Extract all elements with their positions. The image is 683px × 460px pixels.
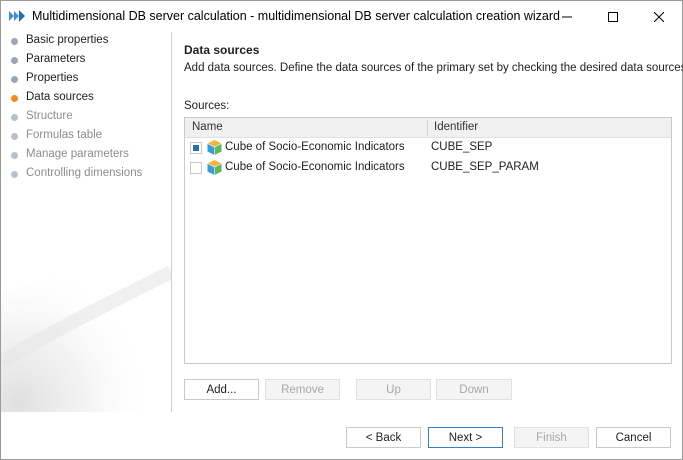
- move-down-button[interactable]: Down: [436, 379, 512, 400]
- step-indicator-icon: [11, 152, 18, 159]
- step-indicator-icon: [11, 57, 18, 64]
- table-row[interactable]: Cube of Socio-Economic Indicators CUBE_S…: [185, 138, 671, 158]
- step-indicator-icon: [11, 38, 18, 45]
- cube-icon: [207, 160, 222, 175]
- maximize-button[interactable]: [590, 1, 636, 32]
- sources-label: Sources:: [184, 100, 230, 112]
- cube-icon: [207, 140, 222, 155]
- step-indicator-icon: [11, 95, 18, 102]
- step-controlling-dimensions: Controlling dimensions: [1, 165, 171, 184]
- step-label: Parameters: [26, 53, 86, 65]
- cell-identifier: CUBE_SEP_PARAM: [431, 161, 539, 173]
- step-parameters[interactable]: Parameters: [1, 51, 171, 70]
- back-button[interactable]: < Back: [346, 427, 421, 448]
- remove-source-button[interactable]: Remove: [265, 379, 340, 400]
- next-button[interactable]: Next >: [428, 427, 503, 448]
- move-up-button[interactable]: Up: [356, 379, 431, 400]
- window-title: Multidimensional DB server calculation -…: [32, 9, 560, 23]
- wizard-window: Multidimensional DB server calculation -…: [0, 0, 683, 460]
- step-formulas-table: Formulas table: [1, 127, 171, 146]
- sources-grid[interactable]: Name Identifier Cube of Socio-Economic I…: [184, 117, 672, 364]
- column-divider[interactable]: [427, 120, 428, 136]
- step-indicator-icon: [11, 133, 18, 140]
- title-bar: Multidimensional DB server calculation -…: [1, 1, 682, 32]
- step-indicator-icon: [11, 76, 18, 83]
- grid-header: Name Identifier: [185, 118, 671, 138]
- step-label: Formulas table: [26, 129, 103, 141]
- minimize-button[interactable]: [544, 1, 590, 32]
- wizard-arrows-icon: [9, 10, 25, 22]
- step-label: Basic properties: [26, 34, 109, 46]
- maximize-icon: [608, 11, 618, 22]
- column-header-identifier[interactable]: Identifier: [434, 121, 478, 133]
- step-label: Structure: [26, 110, 73, 122]
- finish-button[interactable]: Finish: [514, 427, 589, 448]
- wizard-steps-sidebar: Basic properties Parameters Properties D…: [1, 32, 171, 412]
- cell-identifier: CUBE_SEP: [431, 141, 493, 153]
- step-label: Data sources: [26, 91, 94, 103]
- close-button[interactable]: [636, 1, 682, 32]
- close-icon: [654, 11, 664, 22]
- cancel-button[interactable]: Cancel: [596, 427, 671, 448]
- column-header-name[interactable]: Name: [192, 121, 223, 133]
- step-data-sources[interactable]: Data sources: [1, 89, 171, 108]
- table-row[interactable]: Cube of Socio-Economic Indicators CUBE_S…: [185, 158, 671, 178]
- add-source-button[interactable]: Add...: [184, 379, 259, 400]
- step-indicator-icon: [11, 171, 18, 178]
- page-content: Data sources Add data sources. Define th…: [172, 32, 683, 412]
- step-structure: Structure: [1, 108, 171, 127]
- step-label: Manage parameters: [26, 148, 129, 160]
- cell-name: Cube of Socio-Economic Indicators: [225, 161, 405, 173]
- step-label: Properties: [26, 72, 79, 84]
- step-indicator-icon: [11, 114, 18, 121]
- page-description: Add data sources. Define the data source…: [184, 62, 683, 74]
- step-label: Controlling dimensions: [26, 167, 143, 179]
- minimize-icon: [562, 16, 572, 17]
- page-title: Data sources: [184, 43, 260, 57]
- row-checkbox[interactable]: [190, 142, 202, 154]
- step-basic-properties[interactable]: Basic properties: [1, 32, 171, 51]
- row-checkbox[interactable]: [190, 162, 202, 174]
- cell-name: Cube of Socio-Economic Indicators: [225, 141, 405, 153]
- step-properties[interactable]: Properties: [1, 70, 171, 89]
- step-manage-parameters: Manage parameters: [1, 146, 171, 165]
